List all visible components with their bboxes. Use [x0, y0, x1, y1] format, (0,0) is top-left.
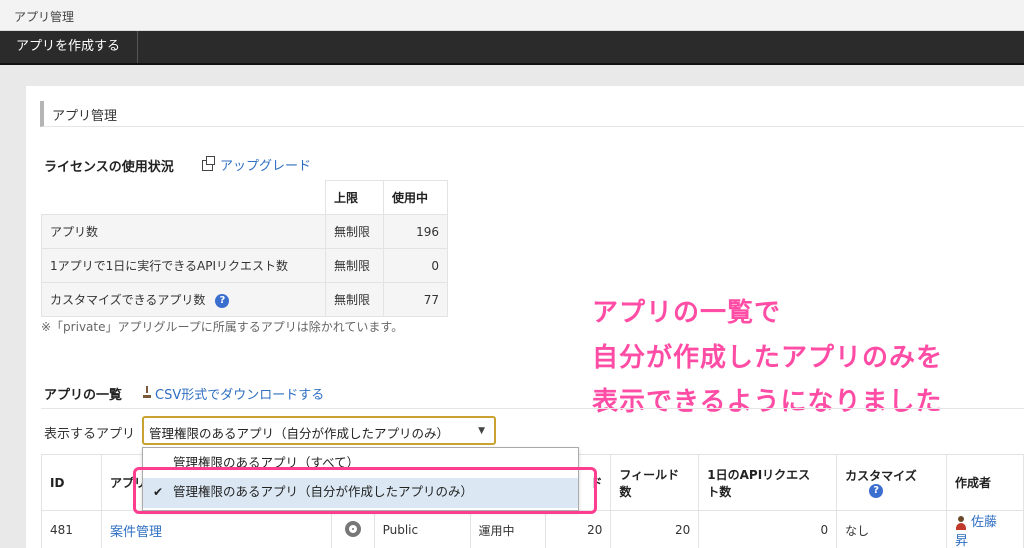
- col-fields-line-1: フィールド: [619, 467, 680, 482]
- page-title: アプリ管理: [52, 109, 118, 124]
- col-api-line-2: ト数: [707, 484, 732, 499]
- chevron-down-icon: ▼: [478, 426, 485, 436]
- callout-line-1: アプリの一覧で: [592, 298, 782, 328]
- external-window-icon: [202, 156, 215, 171]
- license-note: ※「private」アプリグループに所属するアプリは除かれています。: [41, 320, 404, 334]
- app-creator-cell: 佐藤昇: [946, 510, 1024, 548]
- callout-line-2: 自分が作成したアプリのみを: [592, 343, 944, 373]
- col-api[interactable]: 1日のAPIリクエス ト数: [698, 454, 838, 511]
- license-row-limit: 無制限: [325, 248, 384, 283]
- callout-line-3: 表示できるようになりました: [592, 387, 943, 417]
- license-row-label-cell: カスタマイズできるアプリ数?: [41, 282, 326, 317]
- divider: [41, 408, 1024, 409]
- app-filter-value: 管理権限のあるアプリ（自分が作成したアプリのみ）: [149, 426, 450, 441]
- gear-icon[interactable]: [344, 520, 361, 537]
- license-row-used: 0: [383, 248, 448, 283]
- app-id: 481: [41, 510, 102, 548]
- download-icon: [142, 386, 152, 398]
- license-row-label: 1アプリで1日に実行できるAPIリクエスト数: [41, 248, 326, 283]
- page-header: アプリ管理: [40, 101, 1024, 127]
- license-row: アプリ数 無制限 196: [41, 214, 448, 249]
- license-row-label: カスタマイズできるアプリ数: [50, 293, 206, 307]
- app-name-cell: 案件管理: [100, 510, 332, 548]
- col-customize[interactable]: カスタマイズ?: [836, 454, 947, 511]
- window-title: アプリ管理: [14, 10, 75, 24]
- license-title: ライセンスの使用状況: [44, 160, 174, 175]
- avatar: [955, 515, 967, 530]
- highlight-box: [133, 467, 597, 514]
- app-api: 0: [698, 510, 838, 548]
- col-id[interactable]: ID: [41, 454, 102, 511]
- app-filter-select[interactable]: 管理権限のあるアプリ（自分が作成したアプリのみ） ▼: [142, 416, 496, 445]
- license-table: 上限 使用中 アプリ数 無制限 196 1アプリで1日に実行できるAPIリクエス…: [41, 180, 448, 317]
- license-row-limit: 無制限: [325, 282, 384, 317]
- license-header-empty: [41, 180, 326, 215]
- help-icon[interactable]: ?: [869, 484, 884, 499]
- license-row-used: 77: [383, 282, 448, 317]
- license-header-row: 上限 使用中: [41, 180, 448, 215]
- csv-download-link[interactable]: CSV形式でダウンロードする: [155, 384, 324, 403]
- app-name-link[interactable]: 案件管理: [110, 525, 162, 540]
- creator-link[interactable]: 佐藤: [971, 515, 997, 530]
- toolbar: アプリを作成する: [0, 31, 1024, 65]
- col-fields[interactable]: フィールド数: [610, 454, 700, 511]
- settings-cell: [330, 510, 375, 548]
- license-col-used: 使用中: [383, 180, 448, 215]
- license-row-used: 196: [383, 214, 448, 249]
- app-list-title: アプリの一覧: [44, 388, 123, 403]
- license-row: カスタマイズできるアプリ数? 無制限 77: [41, 282, 448, 317]
- create-app-button[interactable]: アプリを作成する: [0, 31, 138, 63]
- license-row-limit: 無制限: [325, 214, 384, 249]
- license-row: 1アプリで1日に実行できるAPIリクエスト数 無制限 0: [41, 248, 448, 283]
- app-records: 20: [545, 510, 612, 548]
- window-titlebar: アプリ管理: [0, 0, 1024, 31]
- col-fields-line-2: 数: [619, 484, 632, 499]
- table-row: 481 案件管理 Public 運用中 20 20 0 なし 佐藤昇: [41, 510, 1024, 548]
- app-status: 運用中: [469, 510, 547, 548]
- creator-link-cont[interactable]: 昇: [955, 534, 968, 548]
- license-col-limit: 上限: [325, 180, 384, 215]
- license-row-label: アプリ数: [41, 214, 326, 249]
- app-fields: 20: [610, 510, 700, 548]
- col-api-line-1: 1日のAPIリクエス: [707, 467, 811, 482]
- filter-label: 表示するアプリ: [44, 427, 136, 442]
- col-customize-label: カスタマイズ: [845, 468, 917, 483]
- help-icon[interactable]: ?: [215, 293, 230, 308]
- upgrade-link[interactable]: アップグレード: [220, 155, 311, 174]
- col-creator[interactable]: 作成者: [946, 454, 1024, 511]
- app-space: Public: [373, 510, 471, 548]
- app-customize: なし: [836, 510, 947, 548]
